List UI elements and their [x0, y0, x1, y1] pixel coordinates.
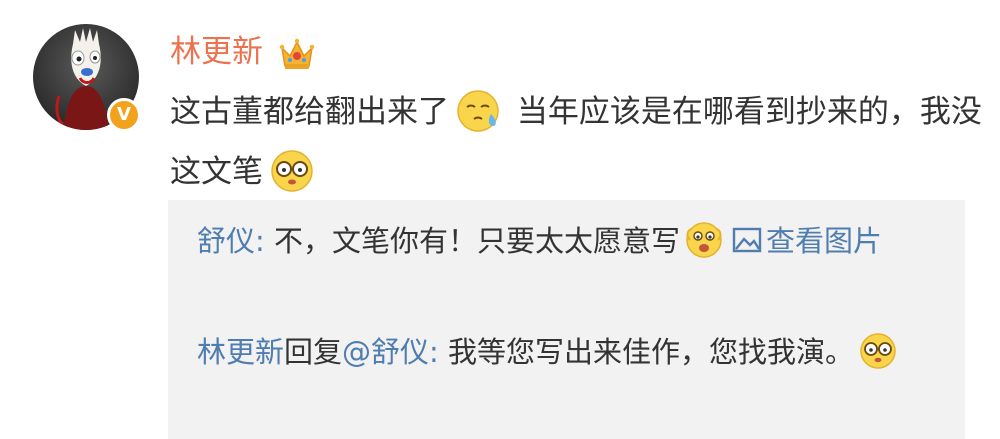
view-picture-link[interactable]: 查看图片	[766, 224, 882, 258]
reply-author-link[interactable]: 林更新	[197, 335, 284, 369]
reply-text: 不，文笔你有！只要太太愿意写	[274, 224, 681, 258]
reply-separator: :	[255, 224, 275, 258]
reply-word: 回复	[284, 335, 343, 369]
verified-badge: V	[107, 98, 141, 132]
user-avatar-container[interactable]: V	[33, 24, 141, 132]
sweat-smile-emoji	[457, 89, 499, 132]
comment-text-part1: 这古董都给翻出来了	[170, 94, 449, 130]
comment-body: 这古董都给翻出来了 当年应该是在哪看到抄来的，我没这文笔	[170, 82, 990, 202]
reply-separator: :	[429, 335, 449, 369]
crown-icon	[279, 38, 315, 69]
mention-link[interactable]: @舒仪	[342, 335, 429, 369]
reply-author-link[interactable]: 舒仪	[197, 224, 255, 258]
reply-item: 舒仪: 不，文笔你有！只要太太愿意写 查看图片	[197, 215, 937, 267]
glasses-emoji	[271, 149, 313, 192]
reply-item: 林更新回复@舒仪: 我等您写出来佳作，您找我演。	[197, 326, 937, 378]
picture-icon[interactable]	[732, 227, 762, 253]
reply-text: 我等您写出来佳作，您找我演。	[448, 335, 855, 369]
comment-username[interactable]: 林更新	[170, 30, 263, 74]
excited-emoji	[686, 222, 722, 258]
glasses-emoji	[860, 333, 896, 369]
